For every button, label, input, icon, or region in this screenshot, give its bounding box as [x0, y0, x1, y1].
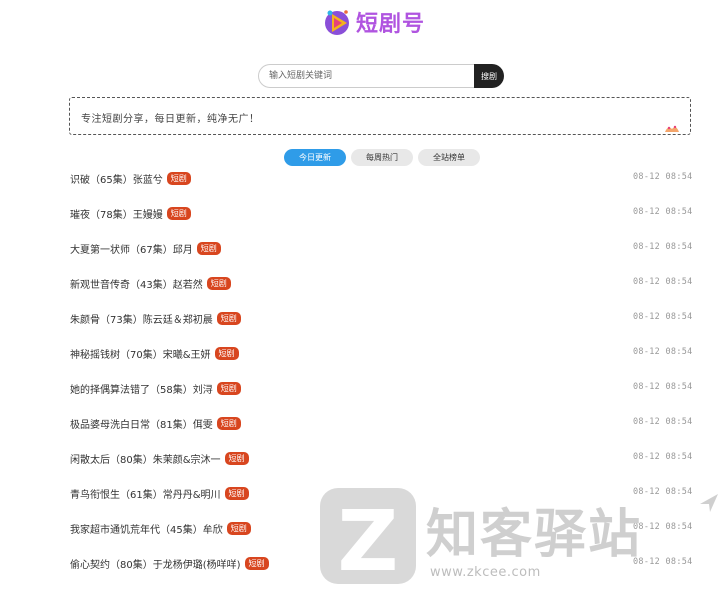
- category-badge: 短剧: [166, 171, 191, 185]
- list-item-title: 我家超市通饥荒年代（45集）牟欣: [70, 524, 223, 536]
- category-badge: 短剧: [214, 346, 239, 360]
- list-item-link[interactable]: 极品婆母洗白日常（81集）佴雯 短剧: [70, 413, 241, 433]
- list-item: 青鸟衔恨生（61集）常丹丹&明川 短剧 08-12 08:54: [0, 483, 720, 503]
- category-badge: 短剧: [196, 241, 221, 255]
- list-item-time: 08-12 08:54: [633, 242, 693, 252]
- list-item-title: 璀夜（78集）王嫚嫚: [70, 209, 163, 221]
- list-item-title: 她的择偶算法错了（58集）刘浔: [70, 384, 213, 396]
- list-item-time: 08-12 08:54: [633, 172, 693, 182]
- play-logo-icon: [325, 10, 349, 35]
- list-item: 神秘摇钱树（70集）宋曦&王妍 短剧 08-12 08:54: [0, 343, 720, 363]
- list-item-link[interactable]: 神秘摇钱树（70集）宋曦&王妍 短剧: [70, 343, 239, 363]
- list-item-title: 神秘摇钱树（70集）宋曦&王妍: [70, 349, 211, 361]
- list-item: 新观世音传奇（43集）赵若然 短剧 08-12 08:54: [0, 273, 720, 293]
- list-item-time: 08-12 08:54: [633, 382, 693, 392]
- list-item-link[interactable]: 青鸟衔恨生（61集）常丹丹&明川 短剧: [70, 483, 249, 503]
- category-badge: 短剧: [224, 486, 249, 500]
- page: 短剧号 搜剧 专注短剧分享，每日更新，纯净无广！ 今日更新 每周热门 全站榜单 …: [0, 0, 720, 590]
- category-badge: 短剧: [216, 416, 241, 430]
- list-item-time: 08-12 08:54: [633, 347, 693, 357]
- notice-box: 专注短剧分享，每日更新，纯净无广！: [69, 97, 691, 135]
- notice-text: 专注短剧分享，每日更新，纯净无广！: [81, 114, 260, 125]
- list-item-link[interactable]: 大夏第一状师（67集）邱月 短剧: [70, 238, 221, 258]
- tab-today[interactable]: 今日更新: [284, 149, 346, 166]
- list-item-title: 新观世音传奇（43集）赵若然: [70, 279, 203, 291]
- list-item-link[interactable]: 璀夜（78集）王嫚嫚 短剧: [70, 203, 191, 223]
- list-item-title: 大夏第一状师（67集）邱月: [70, 244, 193, 256]
- list-item-link[interactable]: 我家超市通饥荒年代（45集）牟欣 短剧: [70, 518, 251, 538]
- list-item: 璀夜（78集）王嫚嫚 短剧 08-12 08:54: [0, 203, 720, 223]
- list-item-link[interactable]: 偷心契约（80集）于龙杨伊璐(杨咩咩) 短剧: [70, 553, 269, 573]
- list-item-link[interactable]: 识破（65集）张蓝兮 短剧: [70, 168, 191, 188]
- list-item-link[interactable]: 她的择偶算法错了（58集）刘浔 短剧: [70, 378, 241, 398]
- list-item-title: 极品婆母洗白日常（81集）佴雯: [70, 419, 213, 431]
- list-item-title: 青鸟衔恨生（61集）常丹丹&明川: [70, 489, 221, 501]
- list-item-link[interactable]: 新观世音传奇（43集）赵若然 短剧: [70, 273, 231, 293]
- list-item-time: 08-12 08:54: [633, 207, 693, 217]
- list-item-time: 08-12 08:54: [633, 277, 693, 287]
- watermark: Z 知客驿站 www.zkcee.com: [318, 488, 720, 590]
- list-item: 识破（65集）张蓝兮 短剧 08-12 08:54: [0, 168, 720, 188]
- search-bar: 搜剧: [258, 64, 504, 88]
- list-item: 朱颜骨（73集）陈云廷＆郑初晨 短剧 08-12 08:54: [0, 308, 720, 328]
- list-item-link[interactable]: 闲散太后（80集）朱茉颜&宗沐一 短剧: [70, 448, 249, 468]
- list-item: 极品婆母洗白日常（81集）佴雯 短剧 08-12 08:54: [0, 413, 720, 433]
- list-item-time: 08-12 08:54: [633, 557, 693, 567]
- list-item: 偷心契约（80集）于龙杨伊璐(杨咩咩) 短剧 08-12 08:54: [0, 553, 720, 573]
- list-item-title: 偷心契约（80集）于龙杨伊璐(杨咩咩): [70, 559, 241, 571]
- site-logo[interactable]: 短剧号: [322, 6, 425, 38]
- logo-text: 短剧号: [356, 12, 426, 37]
- tab-ranking[interactable]: 全站榜单: [418, 149, 480, 166]
- list-item: 我家超市通饥荒年代（45集）牟欣 短剧 08-12 08:54: [0, 518, 720, 538]
- list-item-time: 08-12 08:54: [633, 522, 693, 532]
- list-item: 大夏第一状师（67集）邱月 短剧 08-12 08:54: [0, 238, 720, 258]
- list-item-title: 朱颜骨（73集）陈云廷＆郑初晨: [70, 314, 213, 326]
- search-input[interactable]: [258, 64, 474, 88]
- list-item: 她的择偶算法错了（58集）刘浔 短剧 08-12 08:54: [0, 378, 720, 398]
- category-badge: 短剧: [244, 556, 269, 570]
- list-item: 闲散太后（80集）朱茉颜&宗沐一 短剧 08-12 08:54: [0, 448, 720, 468]
- category-badge: 短剧: [166, 206, 191, 220]
- list-item-time: 08-12 08:54: [633, 312, 693, 322]
- category-badge: 短剧: [226, 521, 251, 535]
- tab-weekly[interactable]: 每周热门: [351, 149, 413, 166]
- list-item-title: 识破（65集）张蓝兮: [70, 174, 163, 186]
- list-item-link[interactable]: 朱颜骨（73集）陈云廷＆郑初晨 短剧: [70, 308, 241, 328]
- category-badge: 短剧: [216, 381, 241, 395]
- category-badge: 短剧: [224, 451, 249, 465]
- category-badge: 短剧: [206, 276, 231, 290]
- list-item-time: 08-12 08:54: [633, 417, 693, 427]
- category-badge: 短剧: [216, 311, 241, 325]
- tab-bar: 今日更新 每周热门 全站榜单: [284, 149, 480, 166]
- list-item-time: 08-12 08:54: [633, 452, 693, 462]
- decoration-icon: [665, 125, 679, 132]
- search-button[interactable]: 搜剧: [474, 64, 504, 88]
- list-item-title: 闲散太后（80集）朱茉颜&宗沐一: [70, 454, 221, 466]
- list-item-time: 08-12 08:54: [633, 487, 693, 497]
- watermark-letter: Z: [337, 492, 399, 590]
